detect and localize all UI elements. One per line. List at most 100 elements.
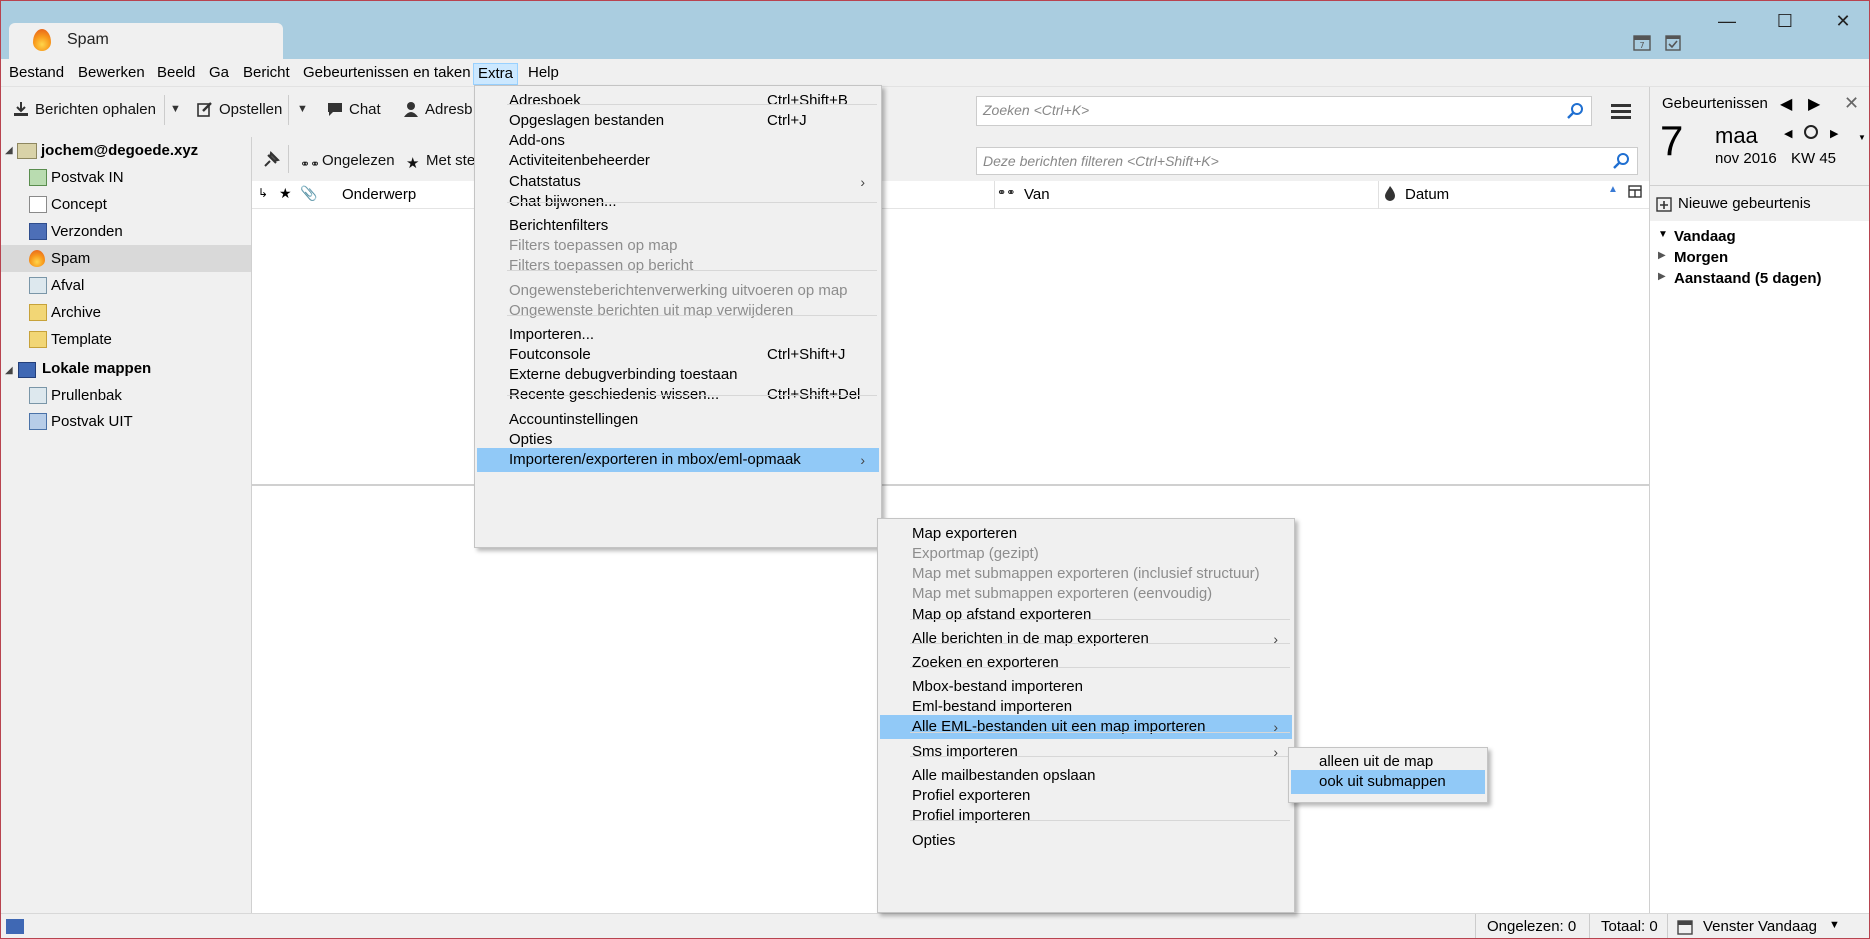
download-icon — [13, 101, 29, 117]
pin-icon[interactable] — [262, 151, 280, 169]
search-icon[interactable] — [1567, 103, 1583, 119]
search-icon[interactable] — [1613, 153, 1629, 169]
divider — [1667, 914, 1668, 938]
hamburger-menu-icon[interactable] — [1611, 101, 1633, 121]
chevron-down-icon[interactable]: ▼ — [297, 103, 308, 115]
account-name[interactable]: jochem@degoede.xyz — [41, 138, 198, 164]
unread-filter-button[interactable]: ⚭⚭ Ongelezen — [300, 152, 395, 173]
menu-item-ongewenste-berichten-uit-map-verwijderen[interactable]: Ongewenste berichten uit map verwijderen — [477, 299, 879, 323]
chat-bubble-icon — [327, 101, 343, 117]
calendar-add-icon — [1656, 196, 1672, 212]
folder-label: Verzonden — [51, 223, 123, 240]
local-folders-icon — [18, 362, 36, 378]
minimize-icon[interactable]: — — [1707, 9, 1747, 33]
menu-beeld[interactable]: Beeld — [153, 63, 199, 85]
calendar-icon[interactable]: 7 — [1633, 33, 1651, 51]
close-pane-icon[interactable]: ✕ — [1844, 93, 1859, 114]
today-circle-icon[interactable] — [1804, 125, 1818, 139]
message-filter-input[interactable]: Deze berichten filteren <Ctrl+Shift+K> — [976, 147, 1638, 175]
local-folders-name[interactable]: Lokale mappen — [42, 356, 151, 382]
folder-postvak-uit[interactable]: Postvak UIT — [29, 409, 133, 435]
sort-ascending-icon: ▲ — [1608, 184, 1618, 195]
previous-arrow-icon[interactable]: ◀ — [1780, 94, 1792, 114]
menu-item-alle-eml-bestanden-uit-een-map-importeren[interactable]: Alle EML-bestanden uit een map importere… — [880, 715, 1292, 739]
folder-afval[interactable]: Afval — [29, 273, 84, 299]
menu-item-opties[interactable]: Opties — [880, 829, 1292, 853]
folder-postvak-in[interactable]: Postvak IN — [29, 165, 124, 191]
toolbar-divider — [164, 95, 165, 125]
folder-icon — [29, 304, 47, 321]
junk-status-icon[interactable] — [1384, 185, 1396, 201]
attachment-column-icon[interactable]: 📎 — [300, 185, 317, 202]
folder-prullenbak[interactable]: Prullenbak — [29, 383, 122, 409]
thread-column-icon[interactable]: ↳ — [258, 186, 268, 200]
chevron-down-icon[interactable]: ▼ — [170, 103, 181, 115]
tab-title: Spam — [67, 31, 109, 48]
menu-bestand[interactable]: Bestand — [5, 63, 68, 85]
status-bar: Ongelezen: 0 Totaal: 0 Venster Vandaag ▼ — [1, 913, 1869, 938]
global-search-input[interactable]: Zoeken <Ctrl+K> — [976, 96, 1592, 126]
menu-item-label: Profiel importeren — [912, 807, 1031, 824]
new-event-label: Nieuwe gebeurtenis — [1678, 195, 1811, 212]
menu-item-ook-uit-submappen[interactable]: ook uit submappen — [1291, 770, 1485, 794]
collapsed-icon[interactable]: ▶ — [1658, 271, 1666, 282]
tasks-icon[interactable] — [1664, 33, 1682, 51]
menu-ga[interactable]: Ga — [205, 63, 233, 85]
glasses-icon[interactable]: ⚭⚭ — [997, 186, 1015, 199]
menu-item-profiel-importeren[interactable]: Profiel importeren — [880, 804, 1292, 828]
get-messages-button[interactable]: Berichten ophalen — [13, 101, 156, 118]
addressbook-button[interactable]: Adresb — [403, 101, 473, 118]
chevron-down-icon[interactable]: ▼ — [1858, 133, 1866, 142]
subject-column[interactable]: Onderwerp — [342, 186, 416, 203]
new-event-button[interactable]: Nieuwe gebeurtenis — [1656, 187, 1868, 221]
menu-bewerken[interactable]: Bewerken — [74, 63, 149, 85]
menu-item-map-op-afstand-exporteren[interactable]: Map op afstand exporteren — [880, 603, 1292, 627]
menu-item-importeren-exporteren-in-mbox-eml-opmaak[interactable]: Importeren/exporteren in mbox/eml-opmaak… — [477, 448, 879, 472]
eml-import-submenu: alleen uit de map ook uit submappen — [1288, 747, 1488, 803]
filter-divider — [288, 145, 289, 173]
date-column[interactable]: Datum — [1405, 186, 1449, 203]
column-picker-icon[interactable] — [1628, 185, 1642, 199]
expanded-icon[interactable]: ▼ — [1658, 229, 1668, 240]
menu-item-label: Sms importeren — [912, 743, 1018, 760]
menu-extra[interactable]: Extra — [473, 63, 519, 85]
folder-spam[interactable]: Spam — [29, 246, 90, 272]
folder-concept[interactable]: Concept — [29, 192, 107, 218]
starred-filter-button[interactable]: ★ Met ste — [406, 152, 475, 172]
menu-separator — [910, 643, 1290, 644]
menu-item-zoeken-en-exporteren[interactable]: Zoeken en exporteren — [880, 651, 1292, 675]
menu-item-filters-toepassen-op-bericht[interactable]: Filters toepassen op bericht — [477, 254, 879, 278]
folder-template[interactable]: Template — [29, 327, 112, 353]
compose-label: Opstellen — [219, 101, 283, 118]
collapse-arrow-icon[interactable]: ◢ — [5, 145, 13, 156]
menu-item-alle-berichten-in-de-map-exporteren[interactable]: Alle berichten in de map exporteren › — [880, 627, 1292, 651]
menu-separator — [507, 270, 877, 271]
weekday: maa — [1715, 123, 1758, 148]
folder-verzonden[interactable]: Verzonden — [29, 219, 123, 245]
compose-button[interactable]: Opstellen — [197, 101, 282, 118]
collapse-arrow-icon[interactable]: ◢ — [5, 365, 13, 376]
agenda-group-today[interactable]: Vandaag — [1674, 228, 1736, 245]
maximize-icon[interactable]: ☐ — [1765, 9, 1805, 33]
folder-archive[interactable]: Archive — [29, 300, 101, 326]
chat-button[interactable]: Chat — [327, 101, 381, 118]
star-column-icon[interactable]: ★ — [279, 185, 292, 202]
previous-day-icon[interactable]: ◀ — [1784, 127, 1792, 140]
next-arrow-icon[interactable]: ▶ — [1808, 94, 1820, 114]
next-day-icon[interactable]: ▶ — [1830, 127, 1838, 140]
tab-spam[interactable]: Spam — [9, 23, 283, 59]
menu-gebeurtenissen[interactable]: Gebeurtenissen en taken — [299, 63, 475, 85]
menu-item-sms-importeren[interactable]: Sms importeren › — [880, 740, 1292, 764]
agenda-group-upcoming[interactable]: Aanstaand (5 dagen) — [1674, 270, 1822, 287]
close-window-icon[interactable]: ✕ — [1823, 9, 1863, 33]
from-column[interactable]: Van — [1024, 186, 1050, 203]
collapsed-icon[interactable]: ▶ — [1658, 250, 1666, 261]
today-pane-toggle[interactable]: Venster Vandaag ▼ — [1677, 914, 1847, 938]
addressbook-label: Adresb — [425, 101, 473, 118]
connection-status-icon[interactable] — [6, 919, 24, 934]
menu-bericht[interactable]: Bericht — [239, 63, 294, 85]
menu-separator — [507, 104, 877, 105]
pane-splitter[interactable] — [252, 484, 1649, 486]
menu-help[interactable]: Help — [524, 63, 563, 85]
agenda-group-tomorrow[interactable]: Morgen — [1674, 249, 1728, 266]
